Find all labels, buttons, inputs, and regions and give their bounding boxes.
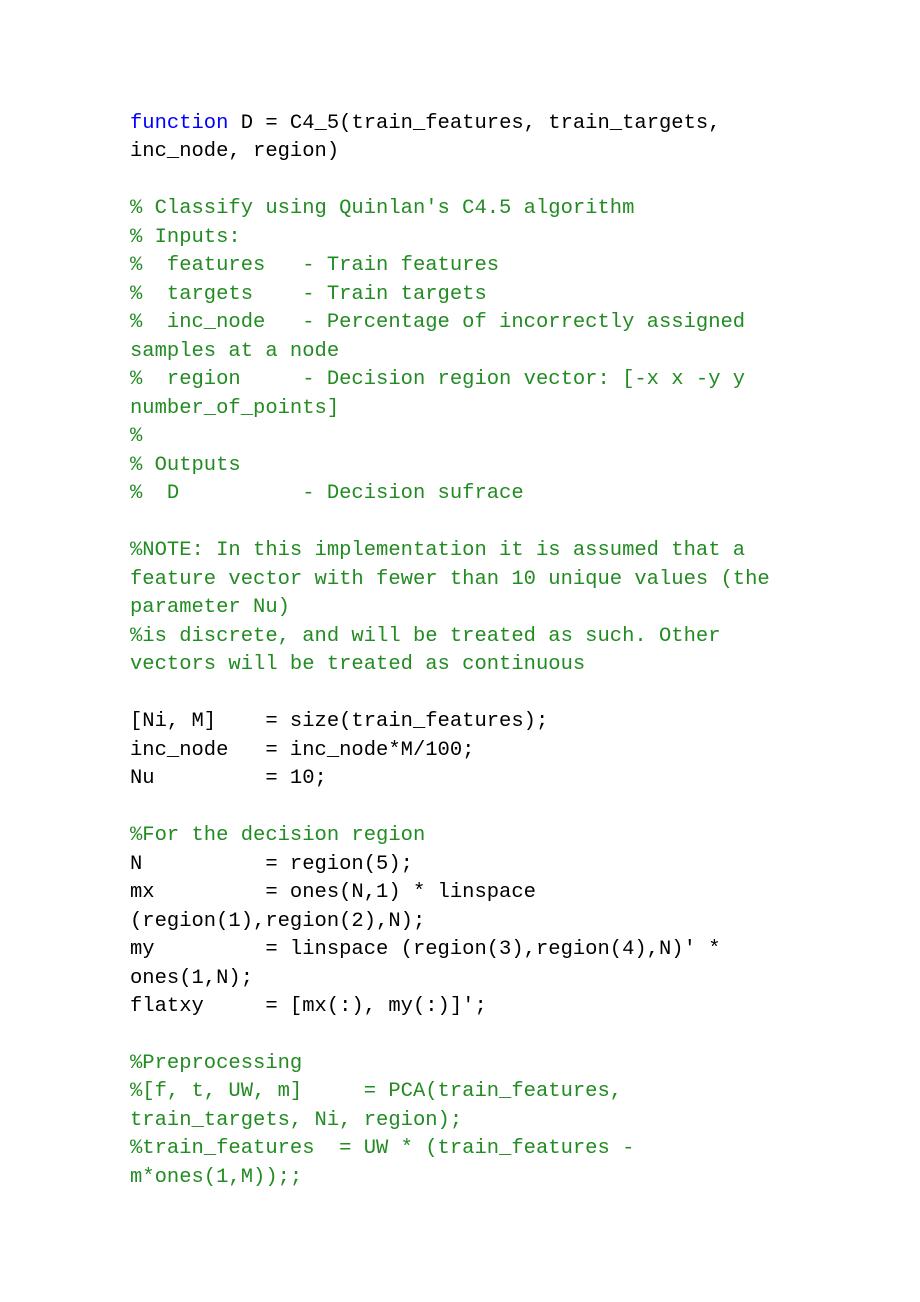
code-segment: inc_node = inc_node*M/100; xyxy=(130,739,474,762)
code-line: % D - Decision sufrace xyxy=(130,480,790,508)
code-segment: %is discrete, and will be treated as suc… xyxy=(130,625,733,676)
code-block: function D = C4_5(train_features, train_… xyxy=(130,110,790,1192)
code-line: my = linspace (region(3),region(4),N)' *… xyxy=(130,936,790,993)
code-segment: flatxy = [mx(:), my(:)]'; xyxy=(130,995,487,1018)
code-segment: % Outputs xyxy=(130,454,241,477)
code-segment: %For the decision region xyxy=(130,824,425,847)
code-segment: mx = ones(N,1) * linspace (region(1),reg… xyxy=(130,881,548,932)
code-line: % inc_node - Percentage of incorrectly a… xyxy=(130,309,790,366)
code-line: %[f, t, UW, m] = PCA(train_features, tra… xyxy=(130,1078,790,1135)
code-segment: % xyxy=(130,425,142,448)
code-line: % Inputs: xyxy=(130,224,790,252)
code-segment: % Classify using Quinlan's C4.5 algorith… xyxy=(130,197,634,220)
code-line: % features - Train features xyxy=(130,252,790,280)
code-line: %train_features = UW * (train_features -… xyxy=(130,1135,790,1192)
code-line xyxy=(130,680,790,708)
code-segment: %NOTE: In this implementation it is assu… xyxy=(130,539,782,619)
code-line: % targets - Train targets xyxy=(130,281,790,309)
code-segment: % D - Decision sufrace xyxy=(130,482,524,505)
code-line: flatxy = [mx(:), my(:)]'; xyxy=(130,993,790,1021)
code-line: % xyxy=(130,423,790,451)
code-line: %Preprocessing xyxy=(130,1050,790,1078)
code-line: %For the decision region xyxy=(130,822,790,850)
code-segment: %train_features = UW * (train_features -… xyxy=(130,1137,647,1188)
code-line xyxy=(130,794,790,822)
code-line: [Ni, M] = size(train_features); xyxy=(130,708,790,736)
code-line: % Classify using Quinlan's C4.5 algorith… xyxy=(130,195,790,223)
code-line: Nu = 10; xyxy=(130,765,790,793)
code-segment: [Ni, M] = size(train_features); xyxy=(130,710,548,733)
code-line xyxy=(130,509,790,537)
code-line: function D = C4_5(train_features, train_… xyxy=(130,110,790,167)
code-line: mx = ones(N,1) * linspace (region(1),reg… xyxy=(130,879,790,936)
code-segment: my = linspace (region(3),region(4),N)' *… xyxy=(130,938,733,989)
code-segment: Nu = 10; xyxy=(130,767,327,790)
code-segment: %Preprocessing xyxy=(130,1052,302,1075)
code-segment: %[f, t, UW, m] = PCA(train_features, tra… xyxy=(130,1080,634,1131)
code-segment: N = region(5); xyxy=(130,853,413,876)
code-line: %is discrete, and will be treated as suc… xyxy=(130,623,790,680)
code-line xyxy=(130,1022,790,1050)
code-line: % Outputs xyxy=(130,452,790,480)
code-segment: % region - Decision region vector: [-x x… xyxy=(130,368,757,419)
code-segment: % features - Train features xyxy=(130,254,499,277)
code-line: N = region(5); xyxy=(130,851,790,879)
code-line xyxy=(130,167,790,195)
code-segment: function xyxy=(130,112,228,135)
code-segment: % targets - Train targets xyxy=(130,283,487,306)
code-segment: % Inputs: xyxy=(130,226,241,249)
code-segment: % inc_node - Percentage of incorrectly a… xyxy=(130,311,757,362)
code-line: %NOTE: In this implementation it is assu… xyxy=(130,537,790,622)
code-line: % region - Decision region vector: [-x x… xyxy=(130,366,790,423)
code-line: inc_node = inc_node*M/100; xyxy=(130,737,790,765)
